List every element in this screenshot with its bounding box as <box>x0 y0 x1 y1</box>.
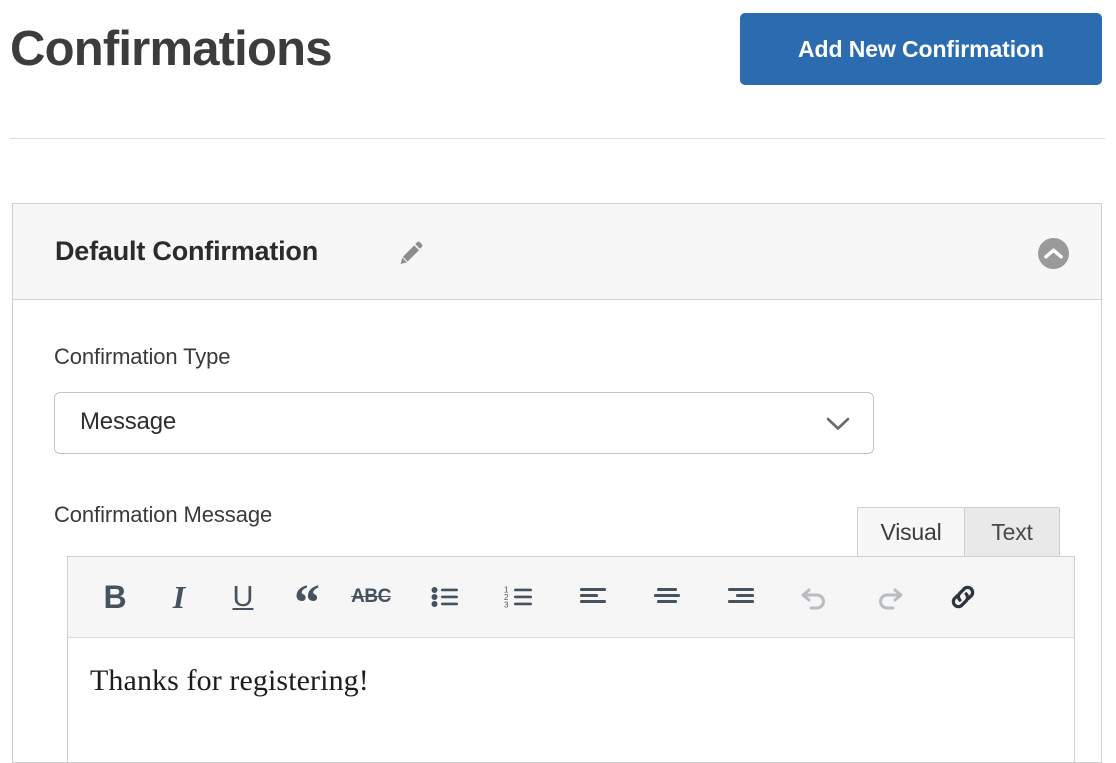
confirmation-type-label: Confirmation Type <box>54 344 231 369</box>
confirmation-type-value: Message <box>80 408 176 435</box>
add-new-confirmation-button[interactable]: Add New Confirmation <box>740 13 1102 85</box>
confirmation-message-text: Thanks for registering! <box>90 664 369 697</box>
undo-icon[interactable] <box>792 574 838 620</box>
confirmation-type-select[interactable]: Message <box>54 392 874 454</box>
confirmations-page: Confirmations Add New Confirmation Defau… <box>0 0 1116 763</box>
tab-text[interactable]: Text <box>964 507 1060 557</box>
header-divider <box>10 138 1105 139</box>
bold-icon[interactable]: B <box>92 574 138 620</box>
blockquote-icon[interactable]: “ <box>284 574 330 630</box>
panel-title: Default Confirmation <box>55 236 318 266</box>
strikethrough-icon[interactable]: ABC <box>348 574 394 620</box>
page-header: Confirmations Add New Confirmation <box>0 0 1116 139</box>
redo-icon[interactable] <box>866 574 912 620</box>
default-confirmation-panel: Default Confirmation Confirmation Type M… <box>12 203 1102 763</box>
align-right-icon[interactable] <box>718 574 764 620</box>
italic-icon[interactable]: I <box>156 574 202 620</box>
panel-header[interactable]: Default Confirmation <box>13 204 1101 300</box>
pencil-icon[interactable] <box>396 238 426 268</box>
editor-toolbar: B I U “ ABC 1 2 3 <box>68 557 1074 638</box>
editor-content-area[interactable]: Thanks for registering! <box>68 638 1074 762</box>
panel-body: Confirmation Type Message Confirmation M… <box>13 300 1101 762</box>
chevron-down-icon <box>825 415 851 438</box>
rich-text-editor: B I U “ ABC 1 2 3 Thanks for registering… <box>67 556 1075 762</box>
align-left-icon[interactable] <box>570 574 616 620</box>
underline-icon[interactable]: U <box>220 574 266 620</box>
editor-mode-tabs: Visual Text <box>857 505 1060 557</box>
page-title: Confirmations <box>10 22 333 76</box>
svg-text:3: 3 <box>504 601 509 610</box>
confirmation-message-label: Confirmation Message <box>54 502 273 527</box>
numbered-list-icon[interactable]: 1 2 3 <box>496 574 542 620</box>
insert-link-icon[interactable] <box>940 574 986 620</box>
align-center-icon[interactable] <box>644 574 690 620</box>
tab-visual[interactable]: Visual <box>857 507 965 557</box>
chevron-up-icon <box>1044 248 1063 259</box>
collapse-panel-toggle[interactable] <box>1038 238 1069 269</box>
confirmation-type-field: Message <box>54 392 874 454</box>
bulleted-list-icon[interactable] <box>422 574 468 620</box>
